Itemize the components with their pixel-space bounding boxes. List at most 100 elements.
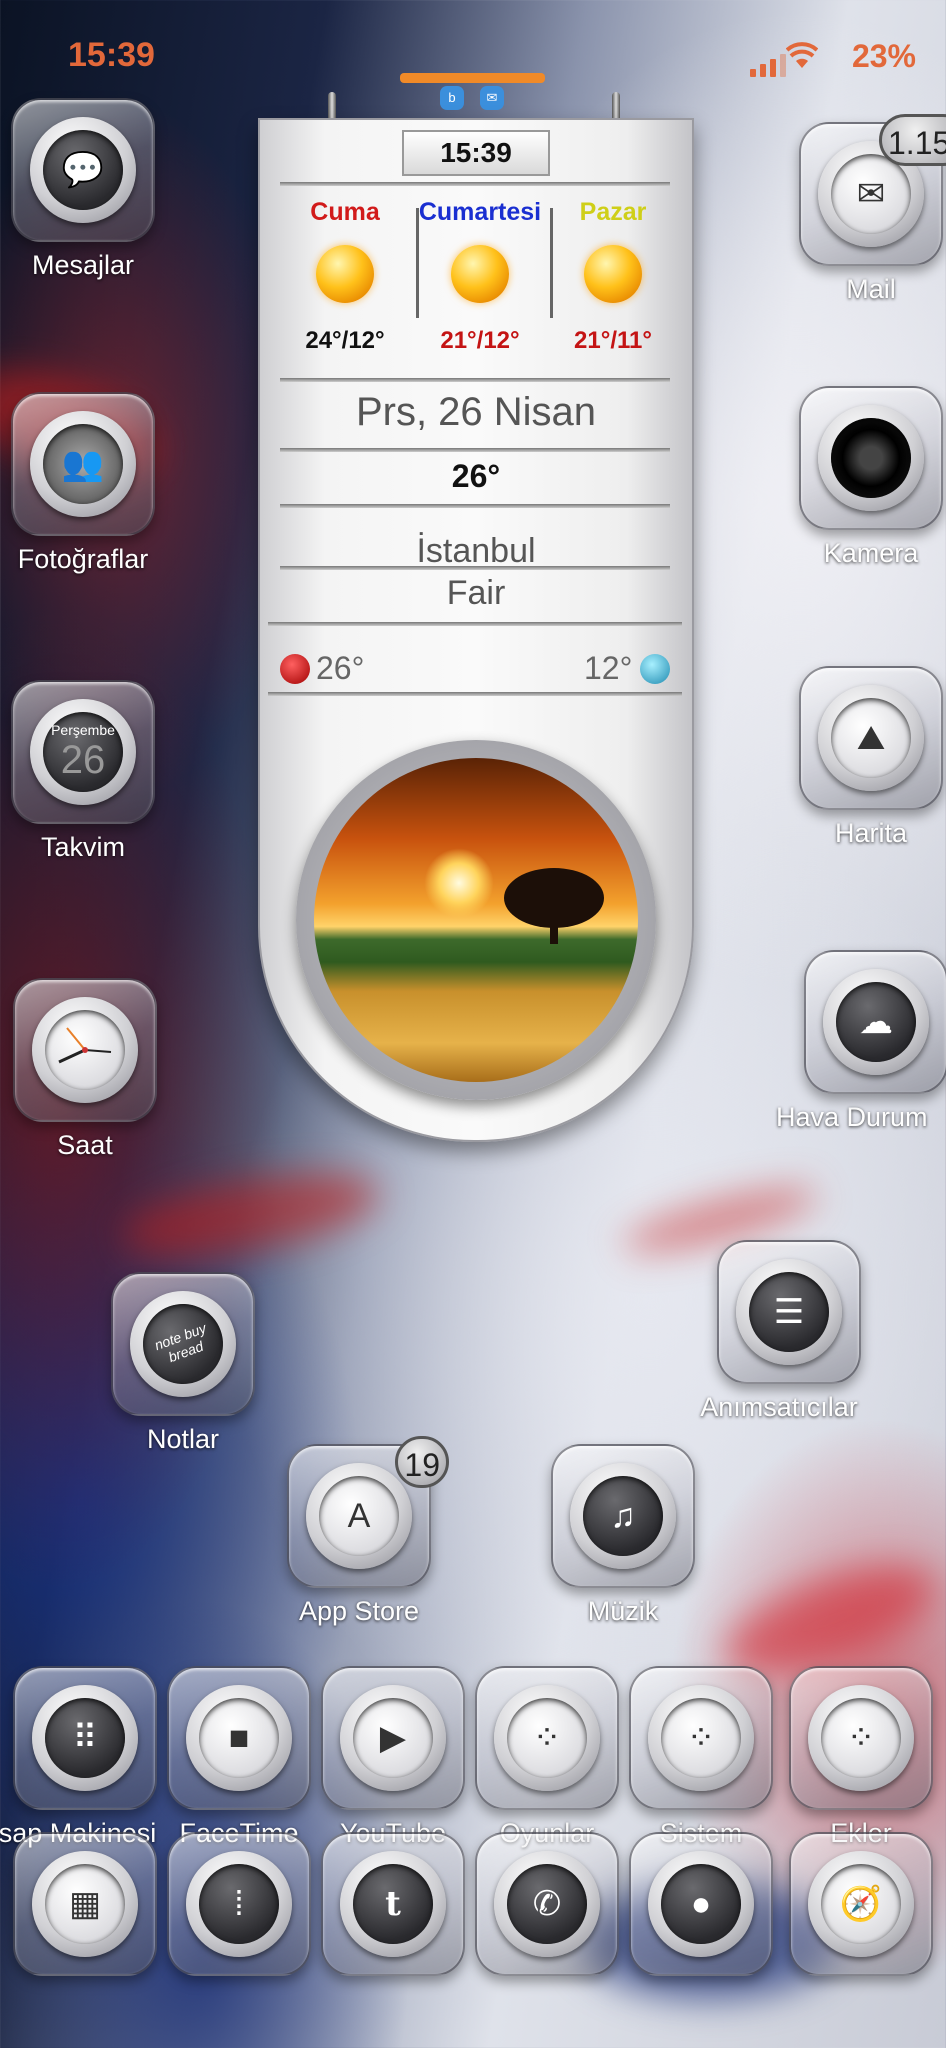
forecast-day-name: Cumartesi (418, 198, 542, 226)
dock-app[interactable]: ⠿ esap Makinesi (0, 1666, 160, 1849)
divider (280, 504, 670, 508)
high-temp-icon (280, 654, 310, 684)
sun-glow (424, 848, 494, 918)
app-fotograflar[interactable]: 👥 Fotoğraflar (8, 392, 158, 575)
circle-button-icon: ● (661, 1864, 741, 1944)
safari-icon: 🧭 (821, 1864, 901, 1944)
notes-icon: note buy bread (131, 1292, 235, 1396)
sunset-image (314, 758, 638, 1082)
low-temp-icon (640, 654, 670, 684)
app-label: Anımsatıcılar (700, 1392, 858, 1422)
mail-mini-icon[interactable]: ✉ (480, 86, 504, 110)
dock-app[interactable]: 🧭 (786, 1832, 936, 1976)
dock-app[interactable]: t (318, 1832, 468, 1976)
folder-icon: ⁘ (661, 1698, 741, 1778)
app-harita[interactable]: ⛰ Harita (796, 666, 946, 849)
app-label: Saat (57, 1130, 113, 1160)
reminders-icon: ☰ (749, 1272, 829, 1352)
youtube-icon: ▶ (353, 1698, 433, 1778)
mail-badge: 1.150 (879, 114, 946, 166)
app-label: Takvim (40, 832, 125, 862)
forecast-day-name: Pazar (579, 198, 647, 226)
sun-icon (584, 245, 642, 303)
dock-app[interactable]: ▶ YouTube (318, 1666, 468, 1849)
forecast-temp: 24°/12° (305, 327, 385, 354)
app-label: Fotoğraflar (17, 544, 149, 574)
app-takvim[interactable]: Perşembe 26 Takvim (8, 680, 158, 863)
wifi-icon (786, 42, 818, 68)
dock-app[interactable]: ● (626, 1832, 776, 1976)
dock-app[interactable]: ▦ (10, 1832, 160, 1976)
facetime-icon: ■ (199, 1698, 279, 1778)
widget-date: Prs, 26 Nisan (355, 390, 597, 434)
app-hava[interactable]: ☁ Hava Durum (776, 950, 946, 1133)
forecast-day: Cuma 24°/12° (280, 198, 410, 355)
app-mesajlar[interactable]: 💬 Mesajlar (8, 98, 158, 281)
forecast-day: Pazar 21°/11° (548, 198, 678, 355)
status-bar: 15:39 23% (0, 36, 946, 77)
divider (268, 692, 682, 696)
widget-time: 15:39 (402, 130, 550, 176)
forecast-day-name: Cuma (310, 198, 380, 226)
app-label: Harita (834, 818, 908, 848)
dock-app[interactable]: ⁘ Sistem (626, 1666, 776, 1849)
forecast-day: Cumartesi 21°/12° (415, 198, 545, 355)
photos-icon: 👥 (43, 424, 123, 504)
app-muzik[interactable]: ♫ Müzik (548, 1444, 698, 1627)
map-icon: ⛰ (831, 698, 911, 778)
app-kamera[interactable]: Kamera (796, 386, 946, 569)
widget-condition: Fair (446, 574, 506, 612)
dock-app[interactable]: ✆ (472, 1832, 622, 1976)
tumblr-icon: t (353, 1864, 433, 1944)
signal-icon (750, 54, 786, 77)
appstore-icon: A (319, 1476, 399, 1556)
forecast-temp: 21°/12° (440, 327, 520, 354)
forecast-panel: Cuma 24°/12° Cumartesi 21°/12° Pazar 21°… (280, 198, 672, 368)
camera-icon (831, 418, 911, 498)
dock-app[interactable]: ⁘ Oyunlar (472, 1666, 622, 1849)
app-label: Kamera (823, 538, 919, 568)
calendar-icon: Perşembe 26 (43, 712, 123, 792)
status-time: 15:39 (68, 36, 155, 74)
app-notlar[interactable]: note buy bread Notlar (108, 1272, 258, 1455)
app-saat[interactable]: Saat (10, 978, 160, 1161)
dock-app[interactable]: ⁘ Ekler (786, 1666, 936, 1849)
divider (280, 566, 670, 570)
whatsapp-icon: ✆ (507, 1864, 587, 1944)
folder-icon: ⁘ (821, 1698, 901, 1778)
forecast-temp: 21°/11° (574, 327, 652, 354)
divider (280, 448, 670, 452)
widget-low: 12° (584, 650, 633, 686)
notification-bar (400, 73, 545, 83)
calculator-icon: ⠿ (45, 1698, 125, 1778)
dock-app[interactable]: ⁞ (164, 1832, 314, 1976)
sunset-lens (296, 740, 656, 1100)
app-label: App Store (298, 1596, 420, 1626)
widget-high: 26° (316, 650, 365, 686)
cydia-icon: ▦ (45, 1864, 125, 1944)
bip-icon[interactable]: b (440, 86, 464, 110)
sun-icon (451, 245, 509, 303)
app-mail[interactable]: ✉ 1.150 Mail (796, 114, 946, 305)
message-icon: 💬 (43, 130, 123, 210)
calendar-day: Perşembe (51, 721, 115, 738)
app-label: Müzik (587, 1596, 659, 1626)
app-animsaticilar[interactable]: ☰ Anımsatıcılar (700, 1240, 864, 1423)
divider (280, 182, 670, 186)
sun-icon (316, 245, 374, 303)
dots-grid-icon: ⁞ (199, 1864, 279, 1944)
dock-app[interactable]: ■ FaceTime (164, 1666, 314, 1849)
folder-icon: ⁘ (507, 1698, 587, 1778)
clock-icon (45, 1010, 125, 1090)
weather-widget[interactable]: 15:39 Cuma 24°/12° Cumartesi 21°/12° Paz… (258, 118, 694, 1142)
weather-icon: ☁ (836, 982, 916, 1062)
battery-percent: 23% (851, 38, 916, 74)
notes-text: note buy bread (152, 1319, 209, 1366)
calendar-date: 26 (60, 737, 106, 782)
app-label: Mesajlar (31, 250, 135, 280)
app-label: Mail (846, 274, 896, 304)
mail-icon: ✉ (831, 154, 911, 234)
app-appstore[interactable]: A 19 App Store (284, 1436, 449, 1627)
appstore-badge: 19 (395, 1436, 449, 1488)
tree-trunk (550, 918, 558, 944)
